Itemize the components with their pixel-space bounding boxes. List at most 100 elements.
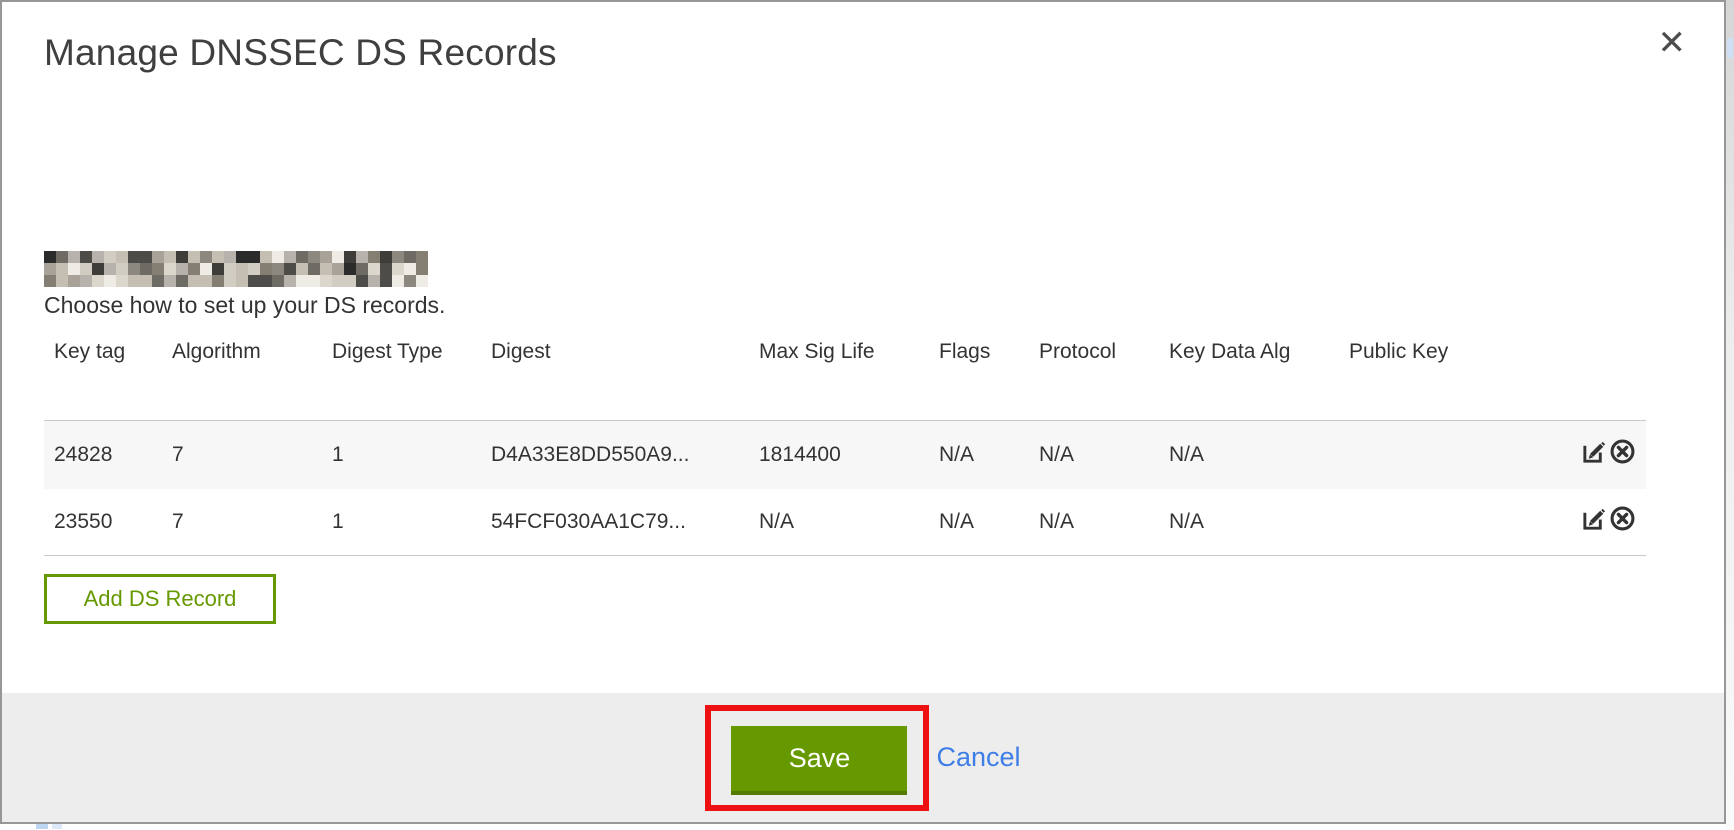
mosaic-pixel <box>212 251 224 263</box>
column-header-digest: Digest <box>481 334 749 420</box>
mosaic-pixel <box>176 251 188 263</box>
cell-digest-type: 1 <box>322 489 481 555</box>
mosaic-pixel <box>80 251 92 263</box>
mosaic-pixel <box>416 251 428 263</box>
mosaic-pixel <box>92 275 104 287</box>
mosaic-pixel <box>404 275 416 287</box>
mosaic-pixel <box>308 251 320 263</box>
table-row: 24828 7 1 D4A33E8DD550A9... 1814400 N/A … <box>44 420 1646 489</box>
mosaic-pixel <box>224 251 236 263</box>
mosaic-pixel <box>356 275 368 287</box>
cell-key-data-alg: N/A <box>1159 420 1339 489</box>
cell-flags: N/A <box>929 420 1029 489</box>
cell-flags: N/A <box>929 489 1029 555</box>
background-page-fragment <box>1727 38 1733 58</box>
mosaic-pixel <box>368 275 380 287</box>
background-page-strip <box>1726 0 1734 830</box>
mosaic-pixel <box>212 263 224 275</box>
cell-max-sig-life: 1814400 <box>749 420 929 489</box>
row-actions <box>1568 489 1646 555</box>
edit-record-icon[interactable] <box>1581 438 1608 471</box>
save-button[interactable]: Save <box>731 726 907 795</box>
mosaic-pixel <box>320 251 332 263</box>
mosaic-pixel <box>212 275 224 287</box>
mosaic-pixel <box>236 275 248 287</box>
mosaic-pixel <box>416 263 428 275</box>
mosaic-pixel <box>176 275 188 287</box>
cell-digest-type: 1 <box>322 420 481 489</box>
mosaic-pixel <box>140 251 152 263</box>
cancel-link[interactable]: Cancel <box>936 742 1020 773</box>
mosaic-pixel <box>176 263 188 275</box>
mosaic-pixel <box>164 251 176 263</box>
cell-max-sig-life: N/A <box>749 489 929 555</box>
cell-digest: 54FCF030AA1C79... <box>481 489 749 555</box>
mosaic-pixel <box>404 251 416 263</box>
mosaic-pixel <box>344 251 356 263</box>
mosaic-pixel <box>104 251 116 263</box>
close-icon[interactable]: ✕ <box>1658 26 1687 60</box>
mosaic-pixel <box>116 263 128 275</box>
mosaic-pixel <box>188 263 200 275</box>
mosaic-pixel <box>68 275 80 287</box>
mosaic-pixel <box>260 251 272 263</box>
mosaic-pixel <box>224 263 236 275</box>
mosaic-pixel <box>248 263 260 275</box>
mosaic-pixel <box>272 263 284 275</box>
mosaic-pixel <box>200 263 212 275</box>
mosaic-pixel <box>248 251 260 263</box>
mosaic-pixel <box>416 275 428 287</box>
mosaic-pixel <box>320 263 332 275</box>
add-ds-record-button[interactable]: Add DS Record <box>44 574 276 624</box>
mosaic-pixel <box>68 263 80 275</box>
table-row: 23550 7 1 54FCF030AA1C79... N/A N/A N/A … <box>44 489 1646 555</box>
mosaic-pixel <box>332 263 344 275</box>
mosaic-pixel <box>344 275 356 287</box>
row-actions <box>1568 420 1646 489</box>
mosaic-pixel <box>56 263 68 275</box>
mosaic-pixel <box>380 275 392 287</box>
mosaic-pixel <box>392 251 404 263</box>
mosaic-pixel <box>104 263 116 275</box>
mosaic-pixel <box>92 263 104 275</box>
instruction-text: Choose how to set up your DS records. <box>44 292 445 319</box>
mosaic-pixel <box>332 275 344 287</box>
mosaic-pixel <box>332 251 344 263</box>
background-page-fragment <box>52 824 62 829</box>
mosaic-pixel <box>368 263 380 275</box>
mosaic-pixel <box>152 263 164 275</box>
mosaic-pixel <box>272 275 284 287</box>
mosaic-pixel <box>188 275 200 287</box>
delete-record-icon[interactable] <box>1609 505 1636 538</box>
mosaic-pixel <box>356 251 368 263</box>
edit-record-icon[interactable] <box>1581 505 1608 538</box>
cell-algorithm: 7 <box>162 489 322 555</box>
mosaic-pixel <box>188 251 200 263</box>
column-header-key-tag: Key tag <box>44 334 162 420</box>
mosaic-pixel <box>116 251 128 263</box>
mosaic-pixel <box>236 251 248 263</box>
mosaic-pixel <box>92 251 104 263</box>
delete-record-icon[interactable] <box>1609 438 1636 471</box>
ds-records-table: Key tag Algorithm Digest Type Digest Max… <box>44 334 1646 556</box>
background-page-fragment <box>36 824 48 829</box>
column-header-key-data-alg: Key Data Alg <box>1159 334 1339 420</box>
dialog-title: Manage DNSSEC DS Records <box>44 32 557 74</box>
cell-protocol: N/A <box>1029 420 1159 489</box>
red-annotation-rectangle: Save <box>705 705 929 811</box>
cell-key-data-alg: N/A <box>1159 489 1339 555</box>
column-header-flags: Flags <box>929 334 1029 420</box>
mosaic-pixel <box>56 275 68 287</box>
mosaic-pixel <box>284 263 296 275</box>
mosaic-pixel <box>260 275 272 287</box>
cell-algorithm: 7 <box>162 420 322 489</box>
column-header-actions <box>1568 334 1646 420</box>
mosaic-pixel <box>80 263 92 275</box>
dnssec-ds-records-dialog: ✕ Manage DNSSEC DS Records Choose how to… <box>0 0 1726 824</box>
mosaic-pixel <box>164 263 176 275</box>
cell-protocol: N/A <box>1029 489 1159 555</box>
cell-public-key <box>1339 420 1568 489</box>
mosaic-pixel <box>296 275 308 287</box>
dialog-footer: Save Cancel <box>2 693 1724 822</box>
mosaic-pixel <box>272 251 284 263</box>
